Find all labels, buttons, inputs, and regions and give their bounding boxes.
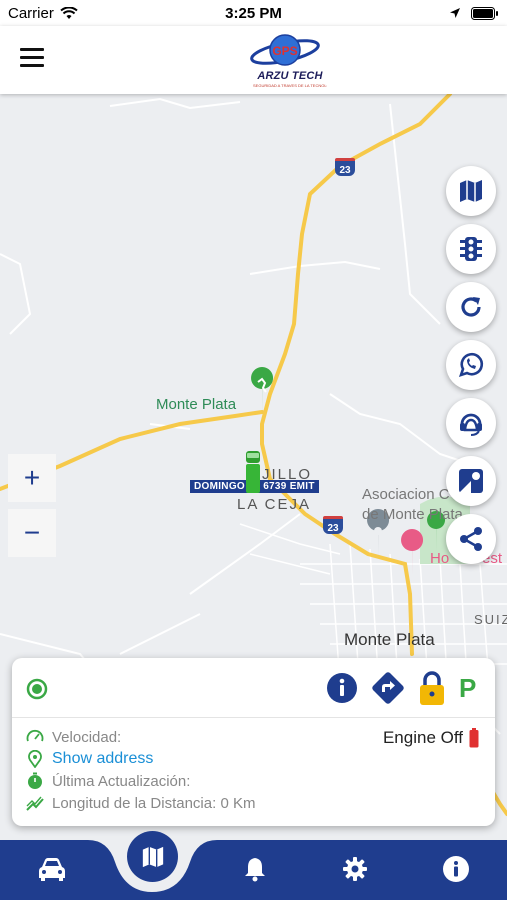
logo-tagline: SEGURIDAD A TRAVES DE LA TECNOLOGIA	[253, 83, 327, 88]
logo-badge: GPS	[272, 44, 297, 58]
lock-icon[interactable]	[418, 670, 446, 706]
menu-line	[20, 56, 44, 59]
globe-logo-icon: GPS	[250, 34, 320, 66]
info-nav-icon	[443, 856, 469, 882]
whatsapp-icon	[458, 352, 484, 378]
vehicle-info-panel: P Velocidad: Show address Última Actuali…	[12, 658, 495, 826]
street-view-icon	[459, 469, 483, 493]
map-label-monte-plata-town: Monte Plata	[344, 630, 435, 649]
battery-icon	[471, 6, 498, 20]
traffic-button[interactable]	[446, 224, 496, 274]
app-header: GPS ARZU TECH SEGURIDAD A TRAVES DE LA T…	[0, 26, 507, 94]
map-type-button[interactable]	[446, 166, 496, 216]
nav-notifications[interactable]	[240, 854, 270, 884]
route-shield-23-north: 23	[335, 158, 355, 176]
map-label-asociacion-2: de Monte Plata	[362, 506, 463, 523]
zoom-out-button[interactable]: −	[8, 509, 56, 557]
distance-label: Longitud de la Distancia: 0 Km	[52, 794, 256, 812]
street-view-button[interactable]	[446, 456, 496, 506]
stopwatch-icon	[28, 772, 42, 789]
engine-status-label: Engine Off	[382, 728, 463, 747]
bell-icon	[245, 858, 265, 882]
trend-icon	[26, 796, 44, 811]
refresh-button[interactable]	[446, 282, 496, 332]
zoom-in-button[interactable]: +	[8, 454, 56, 502]
truck-marker-icon[interactable]	[245, 451, 261, 493]
panel-header: P	[12, 658, 495, 718]
last-update-label: Última Actualización:	[52, 772, 191, 790]
menu-line	[20, 48, 44, 51]
status-left: Carrier	[8, 5, 78, 22]
whatsapp-button[interactable]	[446, 340, 496, 390]
info-button[interactable]	[326, 672, 358, 704]
show-address-link[interactable]: Show address	[52, 750, 153, 768]
nav-map[interactable]	[127, 831, 178, 882]
nav-info[interactable]	[441, 854, 471, 884]
share-icon	[460, 527, 482, 551]
battery-low-icon	[469, 728, 479, 748]
status-dot-icon	[26, 678, 48, 700]
wifi-icon	[60, 6, 78, 19]
map-icon	[460, 180, 482, 202]
distance-row: Longitud de la Distancia: 0 Km	[26, 794, 255, 812]
hamburger-menu-button[interactable]	[20, 48, 50, 72]
nav-vehicles[interactable]	[37, 854, 67, 884]
vehicle-plate: 6739 EMIT	[263, 481, 315, 492]
refresh-icon	[461, 297, 481, 317]
location-pin-icon	[28, 750, 42, 768]
last-update-row: Última Actualización:	[26, 772, 190, 790]
panel-actions: P	[326, 670, 481, 706]
gear-icon	[343, 857, 367, 881]
map-label-monte-plata-poi: Monte Plata	[156, 396, 237, 413]
logo-text: ARZU TECH	[257, 70, 323, 82]
headset-icon	[460, 413, 482, 436]
menu-line	[20, 64, 44, 67]
map-label-suiz: SUIZ	[474, 612, 507, 627]
speed-row: Velocidad:	[26, 728, 121, 746]
vehicle-name: DOMINGO	[194, 481, 245, 492]
share-button[interactable]	[446, 514, 496, 564]
speed-label: Velocidad:	[52, 728, 122, 746]
route-shield-23-south: 23	[323, 516, 343, 534]
status-bar: Carrier 3:25 PM	[0, 0, 507, 26]
bottom-nav	[0, 831, 507, 900]
map-label-asociacion-1: Asociacion C	[362, 486, 450, 503]
address-row: Show address	[26, 750, 153, 768]
parking-label[interactable]: P	[459, 673, 481, 704]
car-icon	[39, 858, 65, 881]
directions-button[interactable]	[371, 671, 405, 705]
support-button[interactable]	[446, 398, 496, 448]
engine-status: Engine Off	[383, 728, 479, 748]
location-arrow-icon	[450, 8, 460, 18]
nav-settings[interactable]	[340, 854, 370, 884]
speedometer-icon	[26, 729, 44, 742]
status-right	[449, 6, 499, 20]
brand-logo: GPS ARZU TECH SEGURIDAD A TRAVES DE LA T…	[245, 32, 335, 90]
map-label-hotel: Ho	[430, 550, 450, 567]
traffic-light-icon	[460, 237, 482, 261]
map-label-la-ceja: LA CEJA	[237, 496, 312, 513]
carrier-label: Carrier	[8, 4, 54, 22]
map-nav-icon	[142, 846, 163, 867]
